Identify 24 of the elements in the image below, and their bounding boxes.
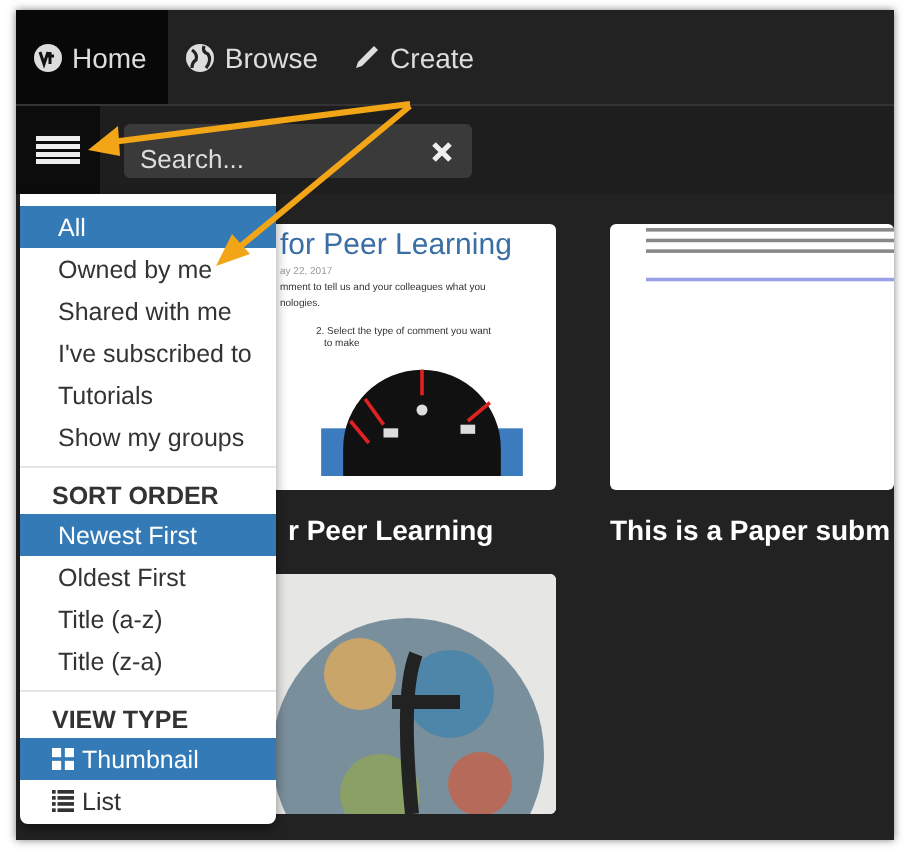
grid-icon [52, 748, 74, 770]
menu-section-header: SORT ORDER [50, 480, 221, 514]
nav-tab[interactable]: Create [334, 10, 491, 104]
pencil-icon [352, 43, 381, 71]
document-thumbnail[interactable] [610, 224, 894, 490]
logo-icon [34, 43, 62, 71]
menu-section-header: VIEW TYPE [50, 704, 191, 738]
menu-item[interactable]: Title (z-a) [20, 640, 276, 682]
menu-item[interactable]: Thumbnail [20, 738, 276, 780]
document-heading: for Peer Learning [280, 228, 514, 262]
menu-item[interactable]: Newest First [20, 514, 276, 556]
list-icon [52, 790, 74, 812]
nav-tab[interactable]: Browse [168, 10, 335, 104]
card-title[interactable]: This is a Paper subm [610, 514, 894, 546]
globe-icon [186, 43, 215, 71]
clear-icon[interactable] [432, 141, 452, 161]
search-field[interactable]: Search... [124, 123, 472, 177]
menu-item[interactable]: Oldest First [20, 556, 276, 598]
menu-item[interactable]: All [20, 206, 276, 248]
menu-item[interactable]: List [20, 780, 276, 822]
menu-item[interactable]: Title (a-z) [20, 598, 276, 640]
nav-tab[interactable]: Home [16, 10, 169, 104]
menu-icon [36, 136, 80, 164]
menu-button[interactable] [16, 106, 100, 194]
